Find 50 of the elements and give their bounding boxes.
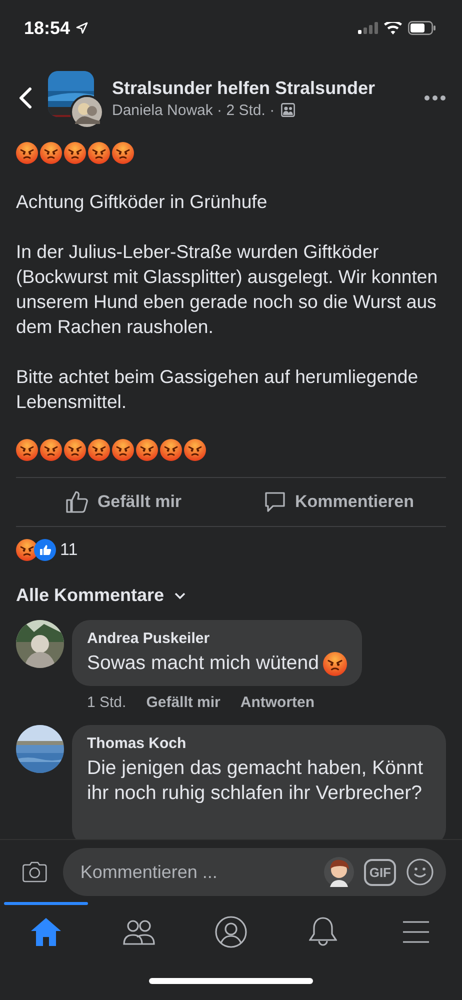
location-arrow-icon <box>76 22 88 34</box>
like-reaction-icon <box>34 539 56 561</box>
signal-icon <box>358 22 378 34</box>
emoji-icon[interactable] <box>406 858 434 886</box>
thumbs-up-icon <box>65 490 90 514</box>
post-text: Achtung Giftköder in Grünhufe <box>16 190 268 214</box>
comment-input-field[interactable]: Kommentieren ... GIF <box>63 848 446 896</box>
comment-author[interactable]: Thomas Koch <box>87 735 431 752</box>
speech-bubble-icon <box>262 490 287 514</box>
back-button[interactable] <box>18 87 32 109</box>
profile-icon <box>215 916 248 948</box>
battery-icon <box>408 21 436 35</box>
post-text: Bitte achtet beim Gassigehen auf herumliegende Lebensmittel. <box>16 365 420 414</box>
more-options-button[interactable] <box>424 95 446 101</box>
angry-face-icon <box>112 439 134 461</box>
angry-face-icon <box>160 439 182 461</box>
comment-reply-link[interactable]: Antworten <box>240 694 315 711</box>
angry-face-icon <box>322 652 347 676</box>
home-icon <box>30 917 62 947</box>
comment-author[interactable]: Andrea Puskeiler <box>87 630 347 647</box>
bell-icon <box>309 916 338 948</box>
angry-face-icon <box>136 439 158 461</box>
angry-face-icon <box>16 439 38 461</box>
angry-face-icon <box>16 142 38 164</box>
angry-face-icon <box>40 439 62 461</box>
post-author-time: Daniela Nowak · 2 Std. · <box>112 102 275 118</box>
comment-button[interactable]: Kommentieren <box>231 478 446 526</box>
angry-face-icon <box>88 439 110 461</box>
people-icon <box>122 918 155 946</box>
group-members-icon <box>280 103 295 117</box>
angry-face-icon <box>64 439 86 461</box>
menu-icon <box>402 920 430 944</box>
comment-time: 1 Std. <box>87 694 126 711</box>
comment-text: Sowas macht mich wütend <box>87 651 319 676</box>
like-button[interactable]: Gefällt mir <box>16 478 231 526</box>
gif-button[interactable]: GIF <box>364 858 396 886</box>
chevron-down-icon <box>174 592 186 600</box>
post-text: In der Julius-Leber-Straße wurden Giftköder (Bockwurst mit Glassplitter) ausgelegt. Wir konnten unserem Hund eben gerade noch so die Wurst aus dem Rachen rausholen. <box>16 240 439 339</box>
angry-face-icon <box>88 142 110 164</box>
comment-like-link[interactable]: Gefällt mir <box>146 694 220 711</box>
angry-face-icon <box>64 142 86 164</box>
reaction-count[interactable]: 11 <box>60 540 78 560</box>
angry-face-icon <box>40 142 62 164</box>
angry-face-icon <box>184 439 206 461</box>
status-time: 18:54 <box>24 18 70 38</box>
wifi-icon <box>384 22 402 34</box>
comment-text: Die jenigen das gemacht haben, Könnt ihr noch ruhig schlafen ihr Verbrecher? <box>87 756 424 806</box>
comment-filter-dropdown[interactable]: Alle Kommentare <box>16 585 186 606</box>
angry-face-icon <box>112 142 134 164</box>
group-title[interactable]: Stralsunder helfen Stralsunder <box>112 78 424 98</box>
